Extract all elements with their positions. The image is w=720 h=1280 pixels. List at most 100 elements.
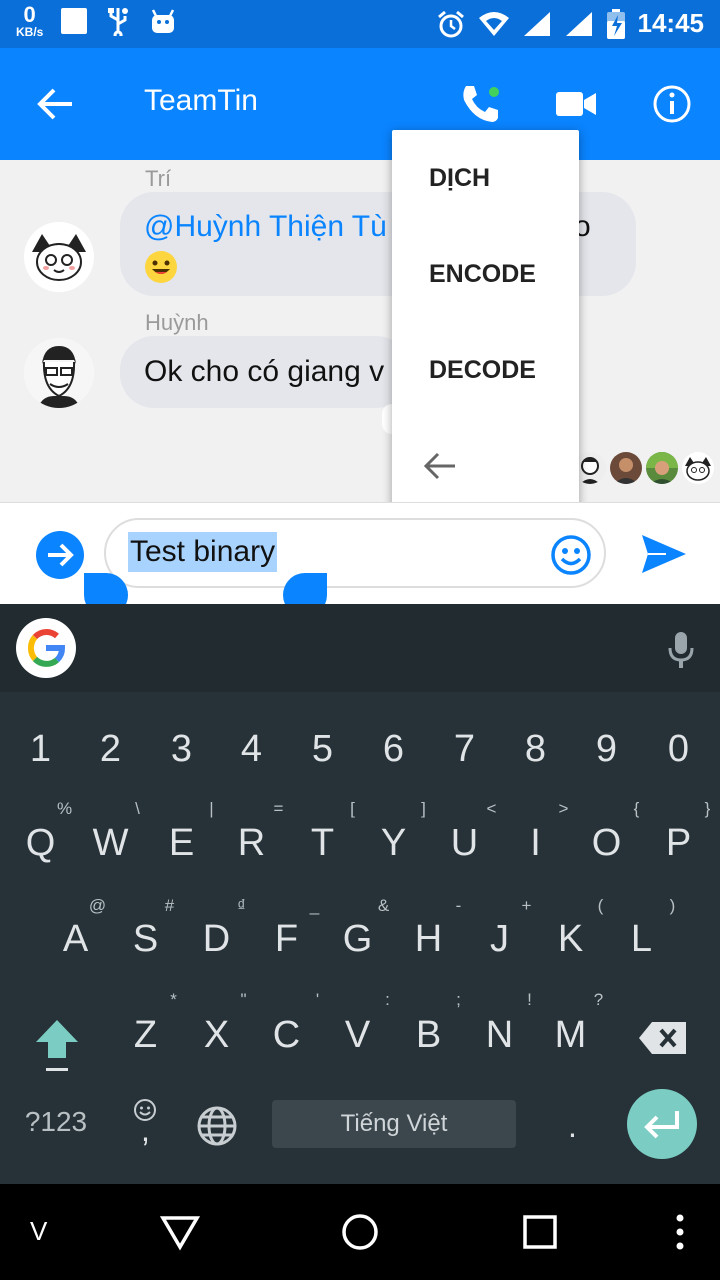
key-e[interactable]: E bbox=[146, 822, 217, 865]
key-c[interactable]: C bbox=[251, 1014, 322, 1057]
symbols-key[interactable]: ?123 bbox=[20, 1106, 92, 1138]
key-a[interactable]: A bbox=[40, 918, 111, 961]
message-list[interactable]: Trí @Huỳnh Thiện Tù o Huỳnh Ok cho có gi… bbox=[0, 160, 720, 502]
key-w[interactable]: W bbox=[75, 822, 146, 865]
google-search-button[interactable] bbox=[16, 618, 76, 678]
avatar[interactable] bbox=[24, 338, 94, 408]
menu-item-encode[interactable]: ENCODE bbox=[392, 226, 579, 322]
message-text: @Huỳnh Thiện Tù bbox=[144, 210, 387, 244]
key-t[interactable]: T bbox=[287, 822, 358, 865]
key-5[interactable]: 5 bbox=[287, 728, 358, 771]
key-hint: ! bbox=[527, 990, 532, 1009]
app-bar: TeamTin bbox=[0, 48, 720, 160]
key-m[interactable]: M bbox=[535, 1014, 606, 1057]
send-icon[interactable] bbox=[640, 533, 688, 575]
recents-square-icon[interactable] bbox=[522, 1214, 558, 1250]
google-icon bbox=[28, 629, 65, 667]
key-hint: ₫ bbox=[237, 896, 246, 915]
voice-call-icon[interactable] bbox=[458, 82, 502, 126]
menu-item-decode[interactable]: DECODE bbox=[392, 322, 579, 418]
key-hint: > bbox=[558, 799, 569, 818]
conversation-title[interactable]: TeamTin bbox=[144, 84, 258, 118]
key-d[interactable]: D bbox=[181, 918, 252, 961]
net-speed-value: 0 bbox=[23, 2, 36, 27]
key-4[interactable]: 4 bbox=[216, 728, 287, 771]
key-r[interactable]: R bbox=[216, 822, 287, 865]
more-vertical-icon[interactable] bbox=[672, 1212, 688, 1252]
mention[interactable]: @Huỳnh Thiện Tù bbox=[144, 210, 387, 243]
avatar[interactable] bbox=[24, 222, 94, 292]
key-b[interactable]: B bbox=[393, 1014, 464, 1057]
emoji-icon[interactable] bbox=[550, 534, 592, 576]
home-circle-icon[interactable] bbox=[340, 1212, 380, 1252]
status-bar: 0 KB/s 14:45 bbox=[0, 0, 720, 48]
key-hint: { bbox=[633, 799, 640, 818]
seen-avatar bbox=[646, 452, 678, 484]
keyboard-hide-button[interactable]: V bbox=[30, 1216, 47, 1247]
key-2[interactable]: 2 bbox=[75, 728, 146, 771]
sender-name: Trí bbox=[145, 166, 172, 191]
key-hint: # bbox=[164, 896, 175, 915]
key-s[interactable]: S bbox=[110, 918, 181, 961]
key-hint: [ bbox=[350, 799, 355, 818]
key-hint: \ bbox=[135, 799, 140, 818]
key-p[interactable]: P bbox=[643, 822, 714, 865]
screenshot-notification-icon bbox=[61, 8, 88, 34]
key-hint: | bbox=[209, 799, 214, 818]
period-key[interactable]: . bbox=[537, 1108, 608, 1145]
key-6[interactable]: 6 bbox=[358, 728, 429, 771]
video-call-icon[interactable] bbox=[556, 90, 596, 118]
message-bubble[interactable]: Ok cho có giang v bbox=[120, 336, 410, 408]
keyboard: 1 2 3 4 5 6 7 8 9 0 % \ | = [ ] < > { } … bbox=[0, 604, 720, 1184]
key-hint: @ bbox=[88, 896, 107, 915]
backspace-icon[interactable] bbox=[638, 1020, 688, 1056]
menu-item-translate[interactable]: DỊCH bbox=[392, 130, 579, 226]
key-z[interactable]: Z bbox=[110, 1014, 181, 1057]
back-triangle-icon[interactable] bbox=[160, 1212, 200, 1252]
wifi-icon bbox=[478, 11, 509, 36]
key-v[interactable]: V bbox=[322, 1014, 393, 1057]
key-h[interactable]: H bbox=[393, 918, 464, 961]
key-7[interactable]: 7 bbox=[429, 728, 500, 771]
key-hint: ] bbox=[421, 799, 426, 818]
key-1[interactable]: 1 bbox=[5, 728, 76, 771]
key-k[interactable]: K bbox=[535, 918, 606, 961]
key-8[interactable]: 8 bbox=[500, 728, 571, 771]
back-arrow-icon[interactable] bbox=[36, 84, 76, 124]
key-j[interactable]: J bbox=[464, 918, 535, 961]
enter-key[interactable] bbox=[627, 1089, 697, 1159]
shift-icon[interactable] bbox=[34, 1018, 80, 1074]
key-n[interactable]: N bbox=[464, 1014, 535, 1057]
seen-avatar bbox=[610, 452, 642, 484]
language-globe-icon[interactable] bbox=[195, 1104, 239, 1148]
enter-icon bbox=[644, 1111, 679, 1139]
key-o[interactable]: O bbox=[571, 822, 642, 865]
key-hint: : bbox=[385, 990, 390, 1009]
menu-back-arrow-icon[interactable] bbox=[422, 448, 458, 484]
microphone-icon[interactable] bbox=[666, 630, 696, 670]
clock: 14:45 bbox=[637, 8, 705, 38]
alarm-icon bbox=[437, 10, 464, 37]
key-g[interactable]: G bbox=[322, 918, 393, 961]
key-hint: % bbox=[56, 799, 73, 818]
key-9[interactable]: 9 bbox=[571, 728, 642, 771]
key-0[interactable]: 0 bbox=[643, 728, 714, 771]
key-x[interactable]: X bbox=[181, 1014, 252, 1057]
key-i[interactable]: I bbox=[500, 822, 571, 865]
key-f[interactable]: F bbox=[251, 918, 322, 961]
key-y[interactable]: Y bbox=[358, 822, 429, 865]
seen-avatar bbox=[682, 452, 714, 484]
navigation-bar: V bbox=[0, 1184, 720, 1280]
key-l[interactable]: L bbox=[606, 918, 677, 961]
signal-2-icon bbox=[565, 11, 592, 36]
message-input-text[interactable]: Test binary bbox=[128, 532, 278, 572]
key-3[interactable]: 3 bbox=[146, 728, 217, 771]
key-q[interactable]: Q bbox=[5, 822, 76, 865]
arrow-right-icon bbox=[48, 543, 74, 567]
comma-key[interactable]: , bbox=[110, 1112, 181, 1149]
space-bar[interactable]: Tiếng Việt bbox=[272, 1100, 516, 1148]
key-u[interactable]: U bbox=[429, 822, 500, 865]
expand-actions-button[interactable] bbox=[36, 531, 84, 579]
info-icon[interactable] bbox=[652, 84, 692, 124]
battery-charging-icon bbox=[606, 8, 625, 39]
